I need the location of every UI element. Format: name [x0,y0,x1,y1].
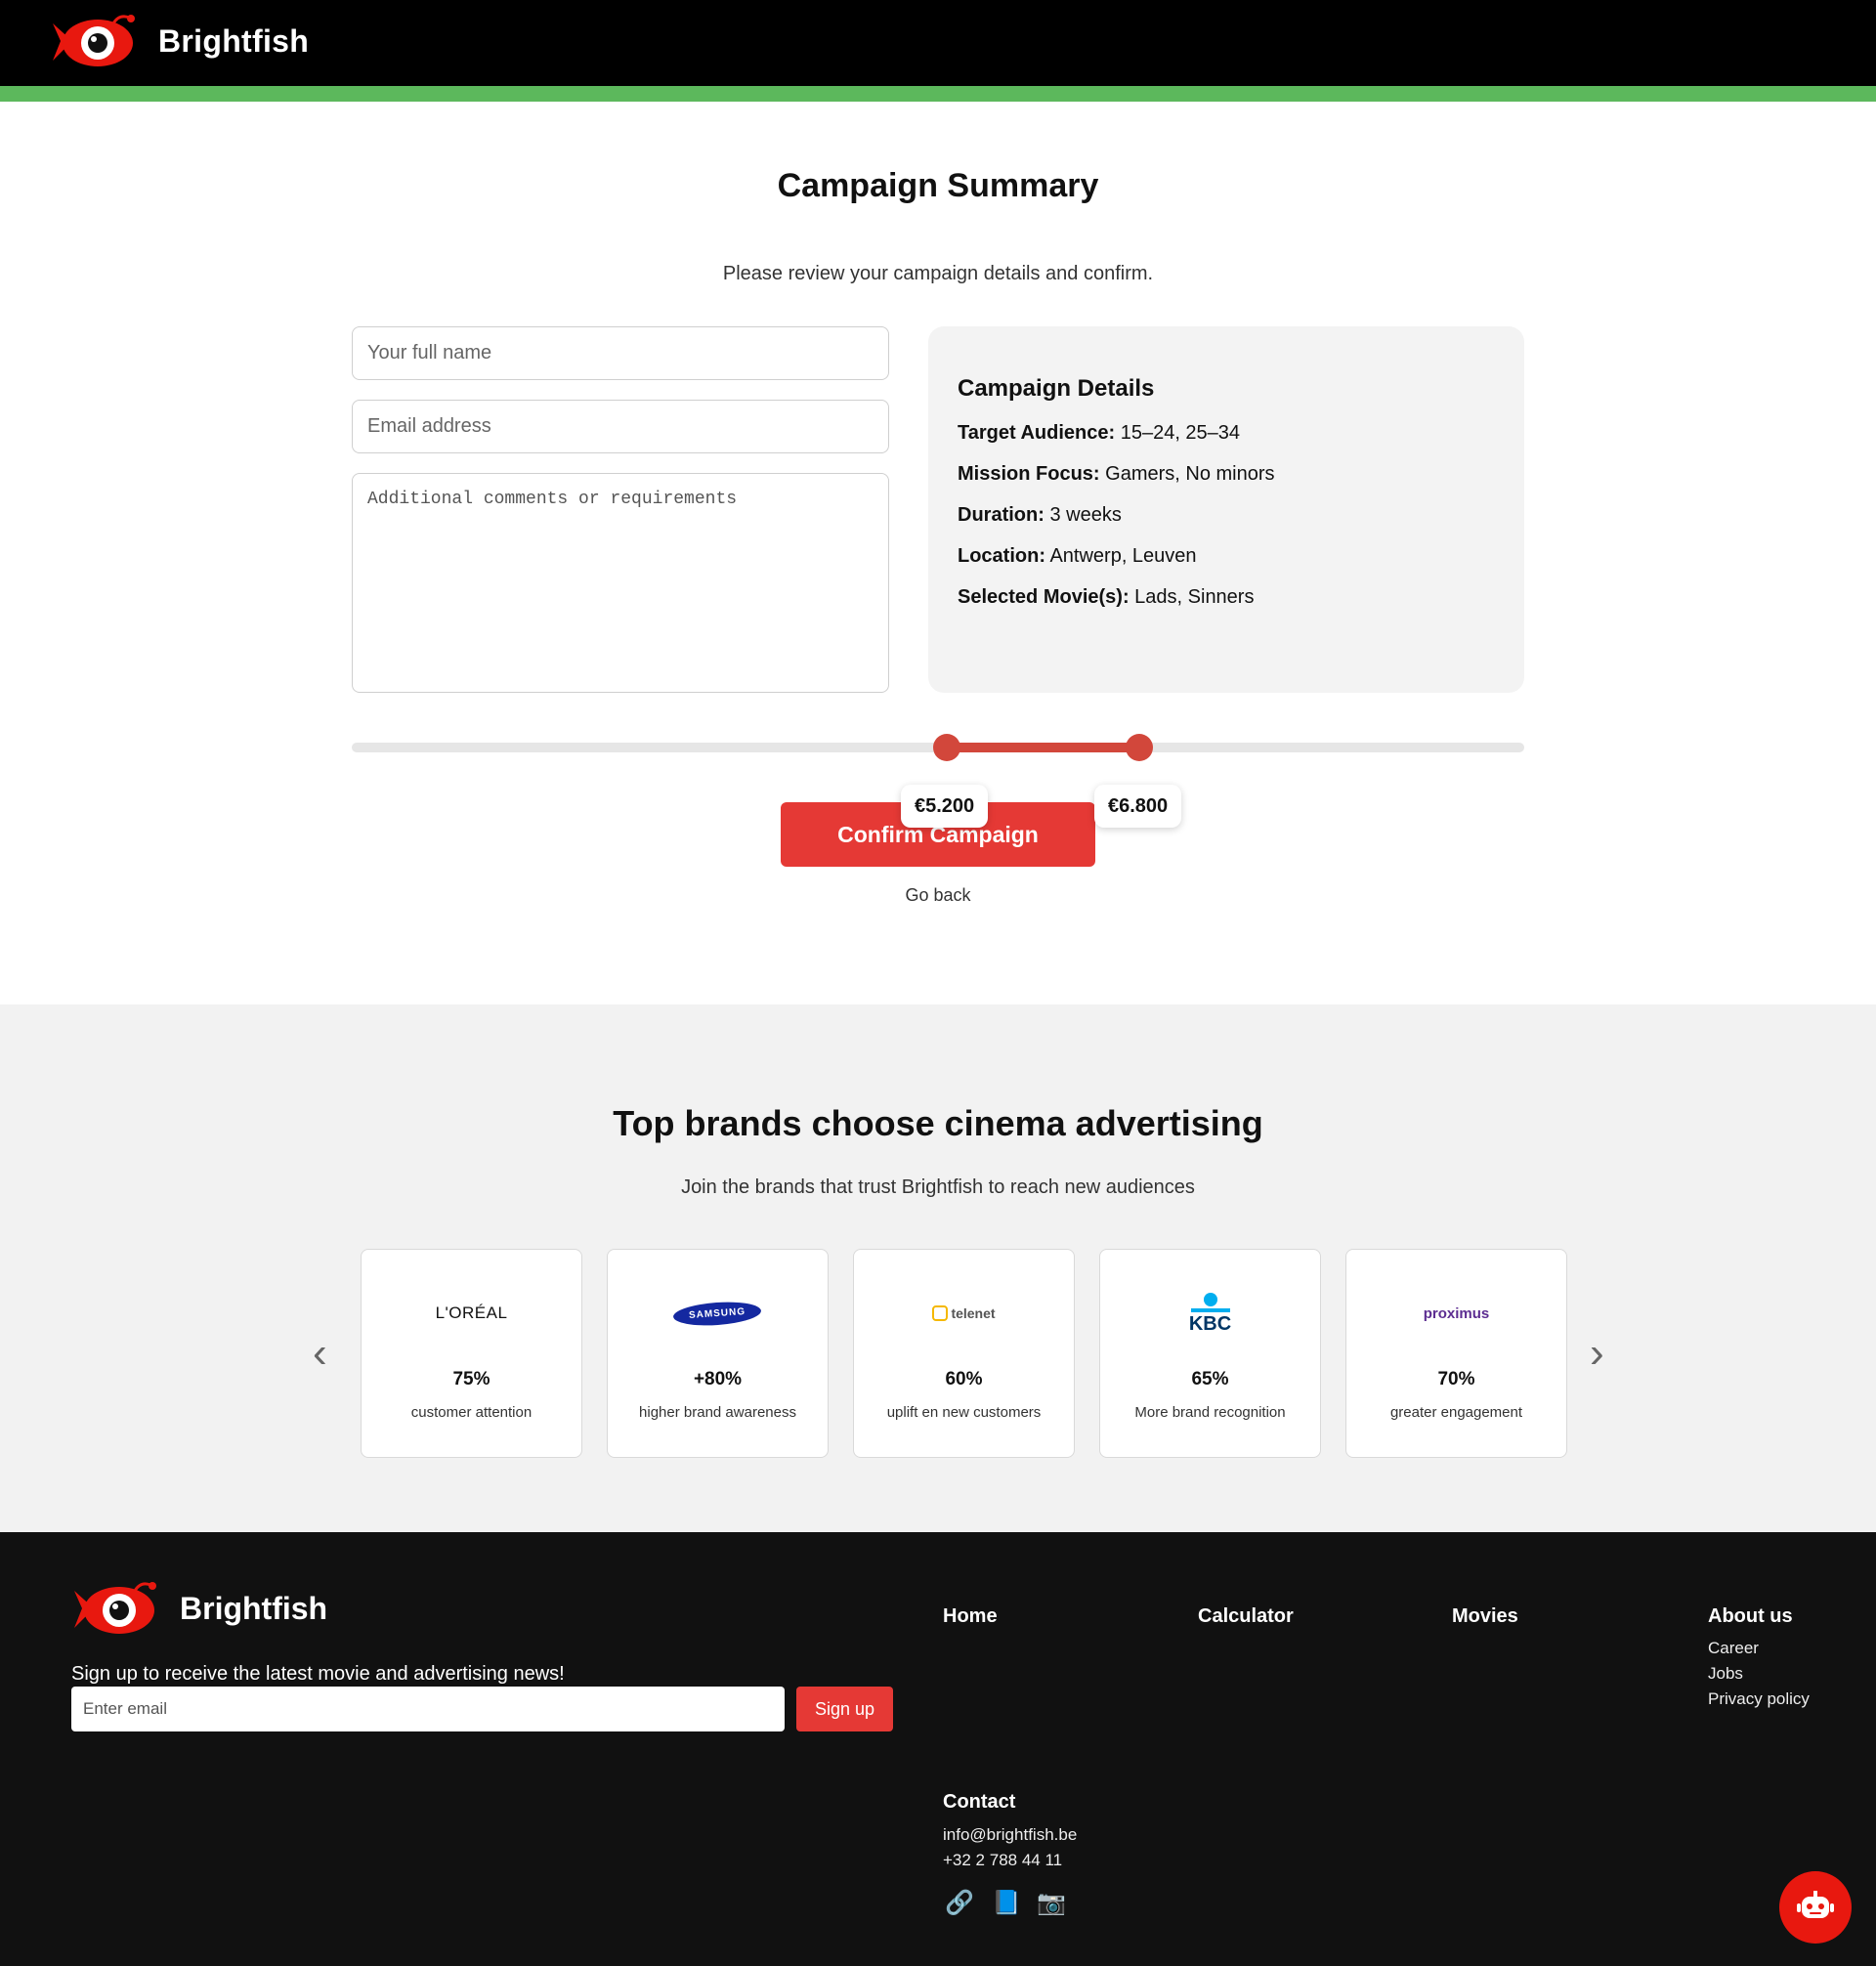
footer-brand-logo[interactable]: Brightfish [70,1579,327,1638]
fish-logo-icon [53,15,135,66]
newsletter-email-input[interactable] [71,1687,785,1731]
brands-section: Top brands choose cinema advertising Joi… [0,1004,1876,1532]
kbc-figure-icon [1203,1293,1217,1306]
brand-stat: 70% [1437,1369,1475,1389]
brand-card-samsung[interactable]: SAMSUNG +80% higher brand awareness [607,1249,829,1458]
budget-min-label: €5.200 [901,785,989,828]
brands-heading: Top brands choose cinema advertising [613,1103,1263,1143]
brand-name: Brightfish [158,22,310,59]
brand-stat: +80% [693,1369,743,1389]
brand-stat-label: higher brand awareness [639,1404,796,1421]
kbc-logo: KBC [1100,1250,1320,1357]
brand-card-kbc[interactable]: KBC 65% More brand recognition [1099,1249,1321,1458]
contact-phone[interactable]: +32 2 788 44 11 [943,1851,1062,1870]
budget-max-label: €6.800 [1094,785,1182,828]
site-header: Brightfish [0,0,1876,86]
proximus-logo: proximus [1423,1304,1490,1322]
kbc-bar-icon [1190,1308,1230,1312]
footer-nav-home[interactable]: Home [943,1605,998,1628]
detail-row-movies: Selected Movie(s): Lads, Sinners [958,586,1255,608]
go-back-link[interactable]: Go back [0,885,1876,906]
brand-stat: 65% [1191,1369,1229,1389]
footer-nav-about[interactable]: About us [1708,1605,1793,1628]
footer-brand-name: Brightfish [180,1590,328,1626]
carousel-next-arrow[interactable]: › [1590,1332,1604,1375]
budget-slider-min-handle[interactable] [933,734,960,761]
detail-row-duration: Duration: 3 weeks [958,504,1122,526]
brand-logo[interactable]: Brightfish [49,12,309,70]
campaign-details-panel: Campaign Details Target Audience: 15–24,… [928,326,1524,693]
detail-row-location: Location: Antwerp, Leuven [958,545,1197,567]
link-icon[interactable]: 🔗 [945,1889,974,1917]
camera-icon[interactable]: 📷 [1037,1889,1066,1917]
brand-stat: 60% [945,1369,983,1389]
footer-link-privacy[interactable]: Privacy policy [1708,1689,1810,1709]
email-input[interactable] [352,400,889,453]
detail-row-focus: Mission Focus: Gamers, No minors [958,463,1275,485]
page-title: Campaign Summary [777,167,1099,204]
footer-nav-calculator[interactable]: Calculator [1198,1605,1294,1628]
page-subtitle: Please review your campaign details and … [722,263,1154,284]
brand-stat: 75% [452,1369,490,1389]
budget-slider-max-handle[interactable] [1126,734,1153,761]
campaign-details-heading: Campaign Details [958,375,1155,402]
book-icon[interactable]: 📘 [992,1889,1021,1917]
accent-bar [0,86,1876,102]
newsletter-tagline: Sign up to receive the latest movie and … [71,1663,565,1685]
full-name-input[interactable] [352,326,889,380]
brand-card-loreal[interactable]: L'ORÉAL 75% customer attention [361,1249,582,1458]
footer-link-career[interactable]: Career [1708,1639,1759,1658]
contact-heading: Contact [943,1791,1016,1813]
telenet-smiley-icon [932,1305,949,1321]
samsung-logo: SAMSUNG [608,1250,828,1357]
brand-stat-label: customer attention [410,1404,533,1421]
footer-nav-movies[interactable]: Movies [1452,1605,1518,1628]
brands-subheading: Join the brands that trust Brightfish to… [681,1176,1195,1198]
robot-icon [1797,1891,1834,1918]
budget-slider-range [947,743,1140,752]
site-footer: Brightfish Sign up to receive the latest… [0,1532,1876,1966]
carousel-prev-arrow[interactable]: ‹ [313,1332,327,1375]
footer-link-jobs[interactable]: Jobs [1708,1664,1743,1684]
brand-card-telenet[interactable]: telenet 60% uplift en new customers [853,1249,1075,1458]
telenet-logo: telenet [854,1250,1074,1357]
contact-email[interactable]: info@brightfish.be [943,1825,1077,1845]
brand-stat-label: More brand recognition [1134,1404,1286,1421]
comments-textarea[interactable] [352,473,889,693]
brand-card-proximus[interactable]: proximus 70% greater engagement [1345,1249,1567,1458]
chatbot-button[interactable] [1779,1871,1852,1944]
brand-stat-label: greater engagement [1389,1404,1523,1421]
brand-stat-label: uplift en new customers [886,1404,1042,1421]
fish-logo-icon [74,1582,156,1634]
detail-row-audience: Target Audience: 15–24, 25–34 [958,422,1241,444]
newsletter-signup-button[interactable]: Sign up [796,1687,893,1731]
loreal-logo: L'ORÉAL [435,1304,508,1322]
